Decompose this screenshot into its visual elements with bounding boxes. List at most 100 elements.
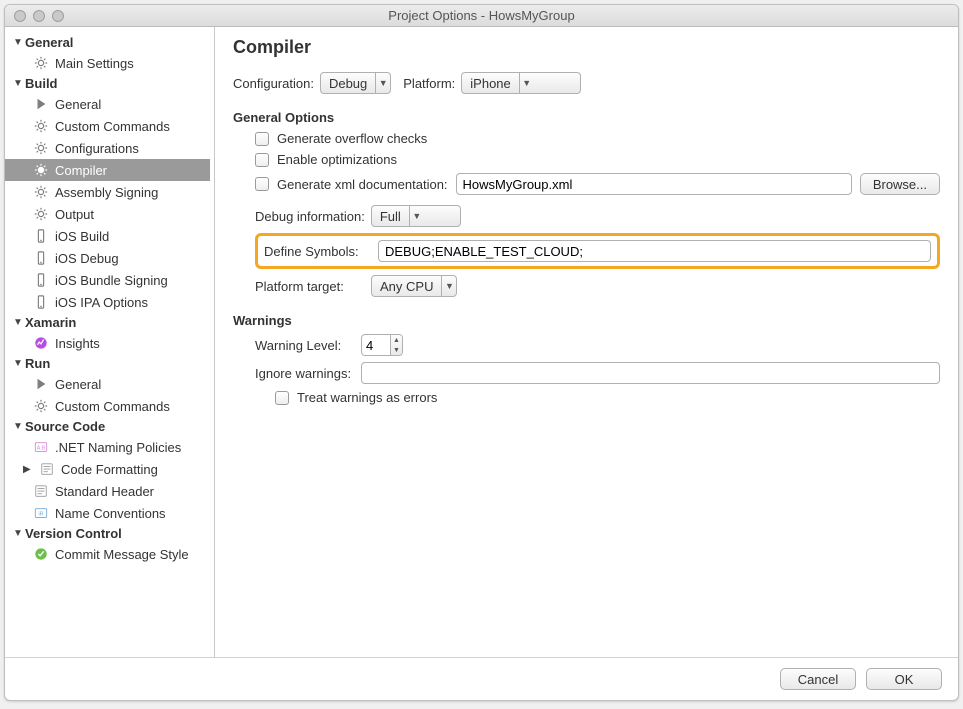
device-icon [33,250,49,266]
treat-warnings-row: Treat warnings as errors [275,390,940,405]
lines-icon [39,461,55,477]
chevron-down-icon: ▼ [519,73,534,93]
sidebar-cat-build[interactable]: ▼ Build [5,74,210,93]
sidebar-item-build-general[interactable]: General [5,93,210,115]
item-label: Code Formatting [61,462,158,477]
cancel-button[interactable]: Cancel [780,668,856,690]
select-value: Debug [321,76,375,91]
sidebar-item-ios-debug[interactable]: iOS Debug [5,247,210,269]
insights-icon [33,335,49,351]
main-panel: Compiler Configuration: Debug ▼ Platform… [215,27,958,657]
overflow-checks-checkbox[interactable] [255,132,269,146]
gear-icon [33,140,49,156]
define-symbols-input[interactable] [378,240,931,262]
sidebar: ▼ General Main Settings ▼ Build General … [5,27,215,657]
item-label: Custom Commands [55,399,170,414]
sidebar-item-standard-header[interactable]: Standard Header [5,480,210,502]
item-label: Custom Commands [55,119,170,134]
item-label: Name Conventions [55,506,166,521]
disclosure-icon: ▶ [23,464,33,475]
item-label: General [55,97,101,112]
gear-icon [33,162,49,178]
overflow-checks-row: Generate overflow checks [255,131,940,146]
select-value: Any CPU [372,279,441,294]
gear-icon [33,184,49,200]
optimizations-row: Enable optimizations [255,152,940,167]
chevron-down-icon: ▼ [441,276,456,296]
gear-icon [33,398,49,414]
configuration-select[interactable]: Debug ▼ [320,72,391,94]
item-label: General [55,377,101,392]
device-icon [33,272,49,288]
gear-icon [33,118,49,134]
sidebar-item-custom-commands[interactable]: Custom Commands [5,115,210,137]
warning-level-input[interactable] [362,335,390,355]
sidebar-item-commit-message-style[interactable]: Commit Message Style [5,543,210,565]
options-window: Project Options - HowsMyGroup ▼ General … [4,4,959,701]
warning-level-stepper[interactable]: ▲ ▼ [361,334,403,356]
cat-label: Xamarin [25,315,76,330]
xmldoc-row: Generate xml documentation: Browse... [255,173,940,195]
sidebar-item-insights[interactable]: Insights [5,332,210,354]
debug-info-select[interactable]: Full ▼ [371,205,461,227]
gear-icon [33,206,49,222]
gear-icon [33,55,49,71]
disclosure-icon: ▼ [13,421,23,432]
sidebar-item-configurations[interactable]: Configurations [5,137,210,159]
chevron-up-icon[interactable]: ▲ [391,335,402,345]
play-icon [33,376,49,392]
debug-info-row: Debug information: Full ▼ [255,205,940,227]
sidebar-item-assembly-signing[interactable]: Assembly Signing [5,181,210,203]
item-label: Insights [55,336,100,351]
sidebar-item-code-formatting[interactable]: ▶ Code Formatting [5,458,210,480]
sidebar-item-run-general[interactable]: General [5,373,210,395]
window-title: Project Options - HowsMyGroup [5,8,958,23]
svg-text:A.B: A.B [37,446,46,452]
debug-info-label: Debug information: [255,209,365,224]
item-label: Main Settings [55,56,134,71]
xmldoc-checkbox[interactable] [255,177,269,191]
item-label: Commit Message Style [55,547,189,562]
configuration-label: Configuration: [233,76,314,91]
window-body: ▼ General Main Settings ▼ Build General … [5,27,958,657]
sidebar-cat-source-code[interactable]: ▼ Source Code [5,417,210,436]
titlebar: Project Options - HowsMyGroup [5,5,958,27]
sidebar-item-ios-build[interactable]: iOS Build [5,225,210,247]
sidebar-cat-general[interactable]: ▼ General [5,33,210,52]
sidebar-cat-run[interactable]: ▼ Run [5,354,210,373]
sidebar-item-ios-ipa-options[interactable]: iOS IPA Options [5,291,210,313]
device-icon [33,228,49,244]
cat-label: Source Code [25,419,105,434]
svg-text:iR: iR [39,512,44,518]
platform-target-select[interactable]: Any CPU ▼ [371,275,457,297]
sidebar-item-net-naming-policies[interactable]: A.B .NET Naming Policies [5,436,210,458]
cat-label: Run [25,356,50,371]
select-value: iPhone [462,76,518,91]
sidebar-cat-version-control[interactable]: ▼ Version Control [5,524,210,543]
disclosure-icon: ▼ [13,37,23,48]
config-platform-row: Configuration: Debug ▼ Platform: iPhone … [233,72,940,94]
browse-button[interactable]: Browse... [860,173,940,195]
sidebar-item-name-conventions[interactable]: iR Name Conventions [5,502,210,524]
cat-label: General [25,35,73,50]
ignore-warnings-input[interactable] [361,362,940,384]
stepper-arrows[interactable]: ▲ ▼ [390,335,402,355]
sidebar-item-output[interactable]: Output [5,203,210,225]
sidebar-item-compiler[interactable]: Compiler [5,159,210,181]
chevron-down-icon[interactable]: ▼ [391,345,402,355]
ignore-warnings-label: Ignore warnings: [255,366,355,381]
item-label: Standard Header [55,484,154,499]
sidebar-item-ios-bundle-signing[interactable]: iOS Bundle Signing [5,269,210,291]
item-label: Assembly Signing [55,185,158,200]
treat-warnings-checkbox[interactable] [275,391,289,405]
ok-button[interactable]: OK [866,668,942,690]
platform-select[interactable]: iPhone ▼ [461,72,581,94]
xmldoc-input[interactable] [456,173,852,195]
sidebar-cat-xamarin[interactable]: ▼ Xamarin [5,313,210,332]
xmldoc-label: Generate xml documentation: [277,177,448,192]
lines-icon [33,483,49,499]
platform-target-label: Platform target: [255,279,365,294]
optimizations-checkbox[interactable] [255,153,269,167]
sidebar-item-main-settings[interactable]: Main Settings [5,52,210,74]
sidebar-item-run-custom-commands[interactable]: Custom Commands [5,395,210,417]
